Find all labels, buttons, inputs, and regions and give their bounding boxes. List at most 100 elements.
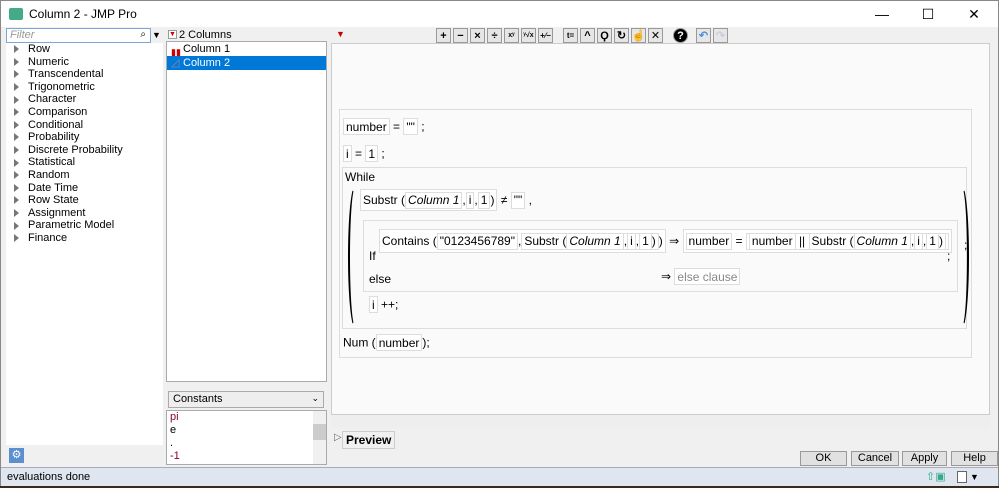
var-i[interactable]: i: [343, 145, 352, 162]
column-1-ref[interactable]: Column 1: [566, 232, 624, 250]
minimize-button[interactable]: —: [859, 1, 905, 27]
dropdown-icon[interactable]: ▼: [970, 468, 979, 486]
function-category[interactable]: Trigonometric: [6, 81, 163, 94]
expand-triangle-icon: [14, 221, 19, 230]
function-category[interactable]: Discrete Probability: [6, 144, 163, 157]
function-category[interactable]: Character: [6, 93, 163, 106]
concat-expr[interactable]: number || Substr (Column 1, i, 1): [745, 232, 949, 250]
semicolon: ;: [964, 238, 968, 252]
constant-item[interactable]: .: [167, 437, 326, 450]
var-i[interactable]: i: [627, 232, 636, 250]
if-block[interactable]: If else Contains ("0123456789", Substr (C…: [363, 220, 958, 292]
increment-statement[interactable]: i ++;: [369, 296, 398, 313]
function-category[interactable]: Date Time: [6, 182, 163, 195]
caret-button[interactable]: ^: [580, 28, 595, 43]
apply-button[interactable]: Apply: [902, 451, 947, 466]
formula-canvas[interactable]: number = "" ; i = 1 ; While Substr (Colu…: [331, 43, 990, 415]
function-category[interactable]: Row State: [6, 194, 163, 207]
assignment[interactable]: number = number || Substr (Column 1, i, 1): [682, 229, 952, 253]
var-i[interactable]: i: [914, 232, 923, 250]
constants-scrollbar[interactable]: [313, 411, 326, 464]
peel-button[interactable]: ☝: [631, 28, 646, 43]
undo-button[interactable]: ↶: [696, 28, 711, 43]
multiply-button[interactable]: ×: [470, 28, 485, 43]
window-list-icon[interactable]: [957, 471, 967, 483]
help-icon[interactable]: ?: [673, 28, 688, 43]
ok-button[interactable]: OK: [800, 451, 847, 466]
help-button[interactable]: Help: [951, 451, 998, 466]
filter-input[interactable]: Filter ⌕: [6, 28, 151, 43]
function-category[interactable]: Random: [6, 169, 163, 182]
function-category[interactable]: Conditional: [6, 119, 163, 132]
status-bar: evaluations done ⇧▣ ▼: [1, 467, 998, 486]
constant-item[interactable]: e: [167, 424, 326, 437]
statement-1[interactable]: number = "" ;: [343, 118, 425, 135]
while-block[interactable]: While Substr (Column 1, i, 1) ≠ "" , If el…: [342, 167, 969, 329]
function-category[interactable]: Comparison: [6, 106, 163, 119]
preview-toggle[interactable]: Preview: [342, 431, 396, 449]
minus-button[interactable]: −: [453, 28, 468, 43]
window-arrange-icon[interactable]: ⇧▣: [926, 468, 946, 486]
function-category[interactable]: Parametric Model: [6, 219, 163, 232]
function-category[interactable]: Statistical: [6, 156, 163, 169]
delete-button[interactable]: ✕: [648, 28, 663, 43]
value-1[interactable]: 1: [639, 232, 652, 250]
formula-toolbar: + − × ÷ xʸ ʸ√x +∕− t= ^ Ϙ ↻ ☝ ✕ ? ↶ ↷: [436, 28, 730, 43]
semicolon: ;: [421, 119, 425, 134]
function-category[interactable]: Transcendental: [6, 68, 163, 81]
constants-dropdown[interactable]: Constants ⌄: [168, 391, 324, 408]
close-button[interactable]: ✕: [951, 1, 997, 27]
var-number[interactable]: number: [748, 232, 796, 250]
else-clause-placeholder[interactable]: else clause: [674, 268, 741, 285]
swap-button[interactable]: ↻: [614, 28, 629, 43]
power-button[interactable]: xʸ: [504, 28, 519, 43]
filter-dropdown-icon[interactable]: ▼: [152, 30, 161, 40]
horizontal-scrollbar[interactable]: [331, 415, 990, 428]
local-button[interactable]: Ϙ: [597, 28, 612, 43]
formula-menu-icon[interactable]: ▼: [336, 29, 345, 39]
var-number[interactable]: number: [685, 232, 733, 250]
settings-gear-icon[interactable]: ⚙: [9, 448, 24, 463]
var-number[interactable]: number: [343, 118, 390, 135]
function-category[interactable]: Probability: [6, 131, 163, 144]
negate-button[interactable]: +∕−: [538, 28, 553, 43]
formula-editor-window: Column 2 - JMP Pro — ☐ ✕ Filter ⌕ ▼ Row N…: [0, 0, 999, 486]
if-condition[interactable]: Contains ("0123456789", Substr (Column 1,…: [379, 229, 952, 253]
column-item-column-2[interactable]: ◿ Column 2: [167, 56, 326, 70]
substr-call[interactable]: Substr (Column 1, i, 1): [808, 232, 946, 250]
divide-button[interactable]: ÷: [487, 28, 502, 43]
var-number[interactable]: number: [375, 334, 423, 351]
var-i[interactable]: i: [369, 296, 378, 313]
function-category[interactable]: Row: [6, 43, 163, 56]
root-button[interactable]: ʸ√x: [521, 28, 536, 43]
contains-call[interactable]: Contains ("0123456789", Substr (Column 1,…: [379, 229, 666, 253]
function-category[interactable]: Numeric: [6, 56, 163, 69]
maximize-button[interactable]: ☐: [905, 1, 951, 27]
column-item-column-1[interactable]: ▮▮ Column 1: [167, 42, 326, 57]
while-condition[interactable]: Substr (Column 1, i, 1) ≠ "" ,: [360, 189, 532, 211]
disclosure-icon[interactable]: ▷: [334, 432, 342, 443]
function-category[interactable]: Finance: [6, 232, 163, 245]
value-1[interactable]: 1: [926, 232, 939, 250]
cancel-button[interactable]: Cancel: [851, 451, 899, 466]
num-statement[interactable]: Num (number);: [343, 334, 430, 351]
column-1-ref[interactable]: Column 1: [853, 232, 911, 250]
substr-call[interactable]: Substr (Column 1, i, 1): [521, 232, 659, 250]
column-1-ref[interactable]: Column 1: [405, 191, 463, 209]
constant-item[interactable]: pi: [167, 411, 326, 424]
plus-button[interactable]: +: [436, 28, 451, 43]
redo-button[interactable]: ↷: [713, 28, 728, 43]
function-category[interactable]: Assignment: [6, 207, 163, 220]
empty-string[interactable]: "": [403, 118, 418, 135]
constant-item[interactable]: -1: [167, 450, 326, 463]
columns-menu-icon[interactable]: ▼: [168, 30, 177, 39]
statement-2[interactable]: i = 1 ;: [343, 145, 385, 162]
else-row[interactable]: ⇒ else clause: [661, 268, 741, 285]
substr-call[interactable]: Substr (Column 1, i, 1): [360, 189, 498, 211]
value-1[interactable]: 1: [477, 191, 491, 209]
empty-string[interactable]: "": [510, 191, 526, 209]
value-1[interactable]: 1: [365, 145, 379, 162]
assign-button[interactable]: t=: [563, 28, 578, 43]
var-i[interactable]: i: [465, 191, 475, 209]
digits-string[interactable]: "0123456789": [436, 232, 518, 250]
